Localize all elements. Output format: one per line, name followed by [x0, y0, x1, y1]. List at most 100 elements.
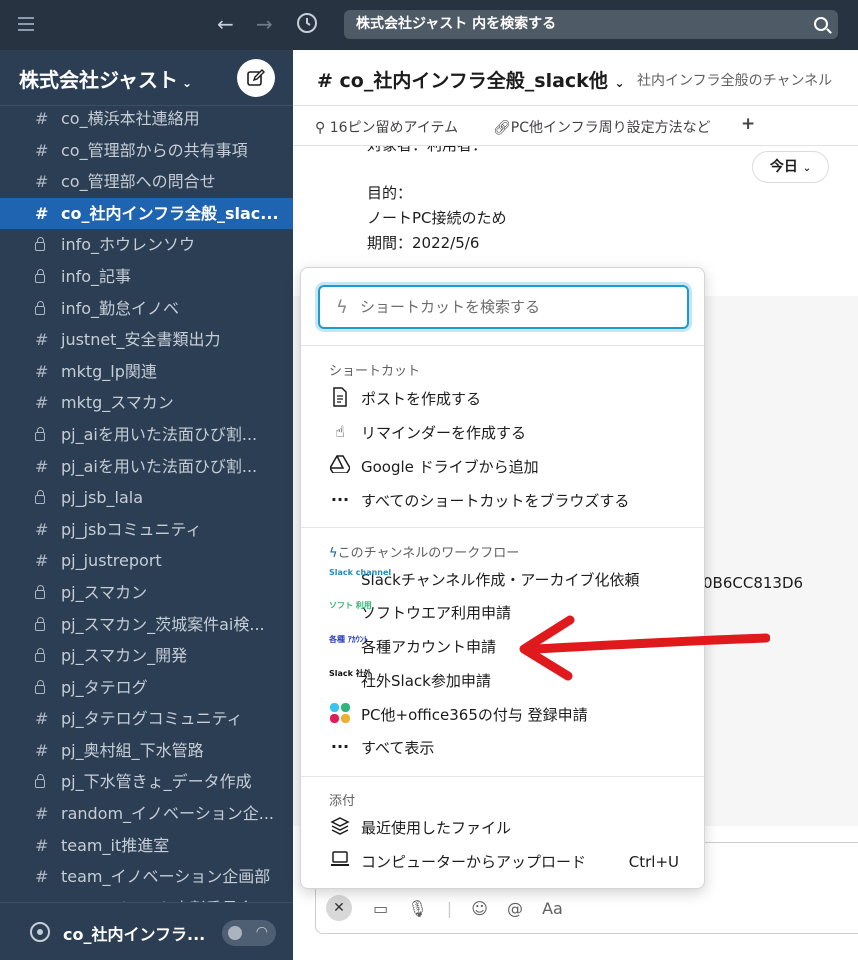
channel-name: co_管理部からの共有事項	[61, 140, 248, 160]
huddle-bar: co_社内インフラ... ◠	[0, 902, 293, 960]
sidebar-channel-item[interactable]: pj_タテログ	[0, 672, 293, 704]
show-all-workflows-item[interactable]: ··· すべて表示	[329, 733, 689, 763]
menu-icon[interactable]	[18, 17, 34, 31]
sidebar-channel-item[interactable]: pj_スマカン_茨城案件ai検...	[0, 609, 293, 641]
pc-infra-bookmark[interactable]: 🔗︎PC他インフラ周り設定方法など	[493, 117, 711, 137]
close-icon[interactable]: ✕	[326, 895, 352, 921]
message-fragment: 0B6CC813D6	[703, 574, 804, 592]
add-bookmark-button[interactable]: +	[741, 114, 755, 134]
clock-icon[interactable]	[296, 12, 318, 39]
laptop-icon	[329, 850, 351, 872]
huddle-toggle[interactable]: ◠	[222, 920, 276, 946]
sidebar-channel-item[interactable]: # random_イノベーション企...	[0, 798, 293, 830]
sidebar-channel-item[interactable]: info_勤怠イノベ	[0, 293, 293, 325]
message-line: 期間：2022/5/6	[367, 234, 480, 252]
shortcut-search-box[interactable]: ϟ	[318, 285, 689, 329]
sidebar-channel-item[interactable]: # team_it推進室	[0, 830, 293, 862]
sidebar-channel-item[interactable]: pj_aiを用いた法面ひび割...	[0, 419, 293, 451]
sidebar-channel-item[interactable]: # co_社内インフラ全般_slac...	[0, 197, 293, 230]
sidebar-channel-item[interactable]: # pj_奥村組_下水管路	[0, 735, 293, 767]
workflow-office365-item[interactable]: PC他+office365の付与 登録申請	[329, 700, 689, 730]
google-drive-item[interactable]: Google ドライブから追加	[329, 452, 689, 482]
sidebar-channel-item[interactable]: pj_スマカン	[0, 577, 293, 609]
sidebar-channel-item[interactable]: pj_下水管きょ_データ作成	[0, 766, 293, 798]
lock-icon	[35, 774, 45, 789]
channel-name: co_社内インフラ全般_slac...	[61, 203, 279, 223]
date-divider-button[interactable]: 今日 ⌄	[752, 151, 829, 183]
channel-title-button[interactable]: # co_社内インフラ全般_slack他 ⌄	[317, 66, 625, 93]
shortcut-search-input[interactable]	[360, 295, 680, 319]
workspace-name-button[interactable]: 株式会社ジャスト ⌄	[19, 64, 192, 93]
arrow-right-icon[interactable]: →	[256, 12, 273, 36]
channel-name: pj_タテログコミュニティ	[61, 709, 243, 729]
search-text: 株式会社ジャスト 内を検索する	[356, 16, 557, 32]
channel-name: team_イノベーション企画部	[61, 867, 271, 887]
sidebar-channel-item[interactable]: # team_イノベーション企画部	[0, 861, 293, 893]
channel-name: pj_スマカン_茨城案件ai検...	[61, 614, 265, 634]
message-line: ノートPC接続のため	[367, 209, 507, 227]
toolbar-divider: |	[446, 898, 453, 918]
sidebar-channel-item[interactable]: # pj_タテログコミュニティ	[0, 703, 293, 735]
workspace-header: 株式会社ジャスト ⌄	[0, 50, 293, 106]
channel-name: co_横浜本社連絡用	[61, 109, 200, 128]
recent-files-item[interactable]: 最近使用したファイル	[329, 813, 689, 843]
sidebar-channel-item[interactable]: # mktg_スマカン	[0, 387, 293, 419]
channel-name: pj_jsb_lala	[61, 488, 144, 508]
channel-list: # co_横浜本社連絡用 # co_管理部からの共有事項 # co_管理部への問合せ # co…	[0, 103, 293, 924]
channel-name: pj_下水管きょ_データ作成	[61, 772, 252, 792]
divider	[301, 345, 704, 346]
sidebar-channel-item[interactable]: # pj_aiを用いた法面ひび割...	[0, 451, 293, 483]
sidebar-channel-item[interactable]: # pj_justreport	[0, 545, 293, 577]
huddle-channel-label[interactable]: co_社内インフラ...	[63, 921, 205, 945]
section-label-shortcuts: ショートカット	[329, 364, 421, 379]
sidebar-channel-item[interactable]: pj_スマカン_開発	[0, 640, 293, 672]
create-reminder-item[interactable]: ☝ リマインダーを作成する	[329, 418, 689, 448]
link-icon: 🔗︎	[493, 120, 511, 136]
arrow-left-icon[interactable]: ←	[217, 12, 234, 36]
lock-icon	[35, 237, 45, 252]
search-icon[interactable]	[814, 17, 828, 31]
huddle-icon	[30, 922, 50, 942]
pinned-items-bookmark[interactable]: ⚲ 16ピン留めアイテム	[315, 117, 458, 137]
sidebar-channel-item[interactable]: pj_jsb_lala	[0, 482, 293, 514]
channel-name: pj_aiを用いた法面ひび割...	[61, 424, 258, 444]
keyboard-shortcut: Ctrl+U	[628, 853, 679, 871]
lock-icon	[35, 300, 45, 315]
sidebar-channel-item[interactable]: # mktg_lp関連	[0, 356, 293, 388]
channel-name: random_イノベーション企...	[61, 804, 274, 824]
lock-icon	[35, 679, 45, 694]
sidebar-channel-item[interactable]: info_記事	[0, 261, 293, 293]
emoji-icon[interactable]: ☺	[471, 899, 488, 918]
divider	[301, 527, 704, 528]
channel-name: info_記事	[61, 266, 132, 286]
sidebar-channel-item[interactable]: # co_管理部からの共有事項	[0, 135, 293, 167]
channel-name: pj_奥村組_下水管路	[61, 740, 204, 760]
video-icon[interactable]: ▭	[373, 899, 388, 918]
create-post-item[interactable]: ポストを作成する	[329, 384, 689, 414]
sidebar-channel-item[interactable]: # co_管理部への問合せ	[0, 166, 293, 198]
bookmark-bar: ⚲ 16ピン留めアイテム 🔗︎PC他インフラ周り設定方法など +	[293, 106, 858, 146]
sidebar-channel-item[interactable]: # justnet_安全書類出力	[0, 324, 293, 356]
browse-shortcuts-item[interactable]: ··· すべてのショートカットをブラウズする	[329, 486, 689, 516]
microphone-icon[interactable]: 🎙︎	[407, 899, 427, 918]
section-label-attach: 添付	[329, 794, 356, 809]
hash-icon: #	[35, 804, 49, 824]
channel-name: info_ホウレンソウ	[61, 235, 196, 255]
compose-button[interactable]	[237, 59, 275, 97]
format-text-icon[interactable]: Aa	[542, 899, 563, 918]
upload-from-computer-item[interactable]: コンピューターからアップロード Ctrl+U	[329, 847, 689, 877]
sidebar-channel-item[interactable]: # co_横浜本社連絡用	[0, 103, 293, 135]
mention-icon[interactable]: @	[507, 899, 523, 918]
channel-name: pj_aiを用いた法面ひび割...	[61, 456, 258, 476]
message-line: 目的：	[367, 184, 413, 202]
hash-icon: #	[35, 740, 49, 760]
sidebar-channel-item[interactable]: # pj_jsbコミュニティ	[0, 514, 293, 546]
external-slack-icon: Slack 社外	[329, 668, 372, 678]
workspace-search-bar[interactable]: 株式会社ジャスト 内を検索する	[344, 10, 838, 39]
channel-name: justnet_安全書類出力	[61, 330, 221, 350]
slack-channel-icon: Slack channel	[329, 567, 392, 577]
workflow-slack-channel-item[interactable]: Slack channelSlackチャンネル作成・アーカイブ化依頼	[329, 565, 689, 595]
channel-name: pj_justreport	[61, 551, 162, 571]
channel-name: mktg_lp関連	[61, 361, 157, 381]
sidebar-channel-item[interactable]: info_ホウレンソウ	[0, 229, 293, 261]
